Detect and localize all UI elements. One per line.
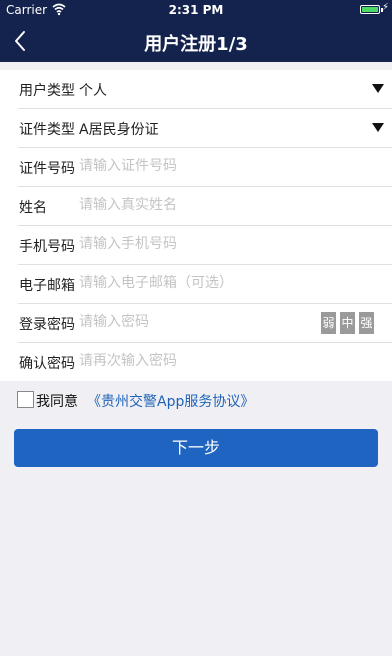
user-type-label: 用户类型 <box>19 83 75 99</box>
name-input[interactable] <box>79 194 309 216</box>
id-number-input[interactable] <box>79 155 309 177</box>
battery-icon <box>360 5 380 14</box>
name-label: 姓名 <box>19 200 47 216</box>
dropdown-triangle-icon[interactable] <box>372 84 384 93</box>
id-number-label: 证件号码 <box>19 161 75 177</box>
agreement-checkbox[interactable] <box>17 391 34 408</box>
strength-weak-badge: 弱 <box>321 312 336 334</box>
phone-input[interactable] <box>79 233 309 255</box>
status-time: 2:31 PM <box>168 3 224 17</box>
email-label: 电子邮箱 <box>19 278 75 294</box>
name-row: 姓名 <box>18 187 392 226</box>
next-step-button[interactable]: 下一步 <box>14 429 378 467</box>
password-input[interactable] <box>79 311 249 333</box>
phone-label: 手机号码 <box>19 239 75 255</box>
strength-strong-badge: 强 <box>359 312 374 334</box>
password-row: 登录密码 弱 中 强 <box>18 304 392 343</box>
confirm-password-input[interactable] <box>79 350 309 372</box>
email-row: 电子邮箱 <box>18 265 392 304</box>
id-type-label: 证件类型 <box>19 122 75 138</box>
password-label: 登录密码 <box>19 317 75 333</box>
charging-icon: ⚡ <box>381 2 389 13</box>
id-number-row: 证件号码 <box>18 148 392 187</box>
confirm-password-label: 确认密码 <box>19 356 75 372</box>
user-type-select[interactable]: 个人 <box>79 80 107 100</box>
strength-medium-badge: 中 <box>340 312 355 334</box>
page-title: 用户注册1/3 <box>144 34 248 55</box>
id-type-row[interactable]: 证件类型 A居民身份证 <box>18 109 392 148</box>
navigation-bar: 用户注册1/3 <box>0 20 392 62</box>
status-bar: Carrier 2:31 PM ⚡ <box>0 0 392 20</box>
agreement-text: 我同意 <box>36 394 78 410</box>
confirm-password-row: 确认密码 <box>18 343 392 381</box>
agreement-link[interactable]: 《贵州交警App服务协议》 <box>87 391 254 411</box>
registration-form: 用户类型 个人 证件类型 A居民身份证 证件号码 姓名 手机号码 电子邮箱 登录… <box>0 70 392 381</box>
id-type-select[interactable]: A居民身份证 <box>79 119 159 139</box>
dropdown-triangle-icon[interactable] <box>372 123 384 132</box>
phone-row: 手机号码 <box>18 226 392 265</box>
email-input[interactable] <box>79 272 309 294</box>
user-type-row[interactable]: 用户类型 个人 <box>18 70 392 109</box>
